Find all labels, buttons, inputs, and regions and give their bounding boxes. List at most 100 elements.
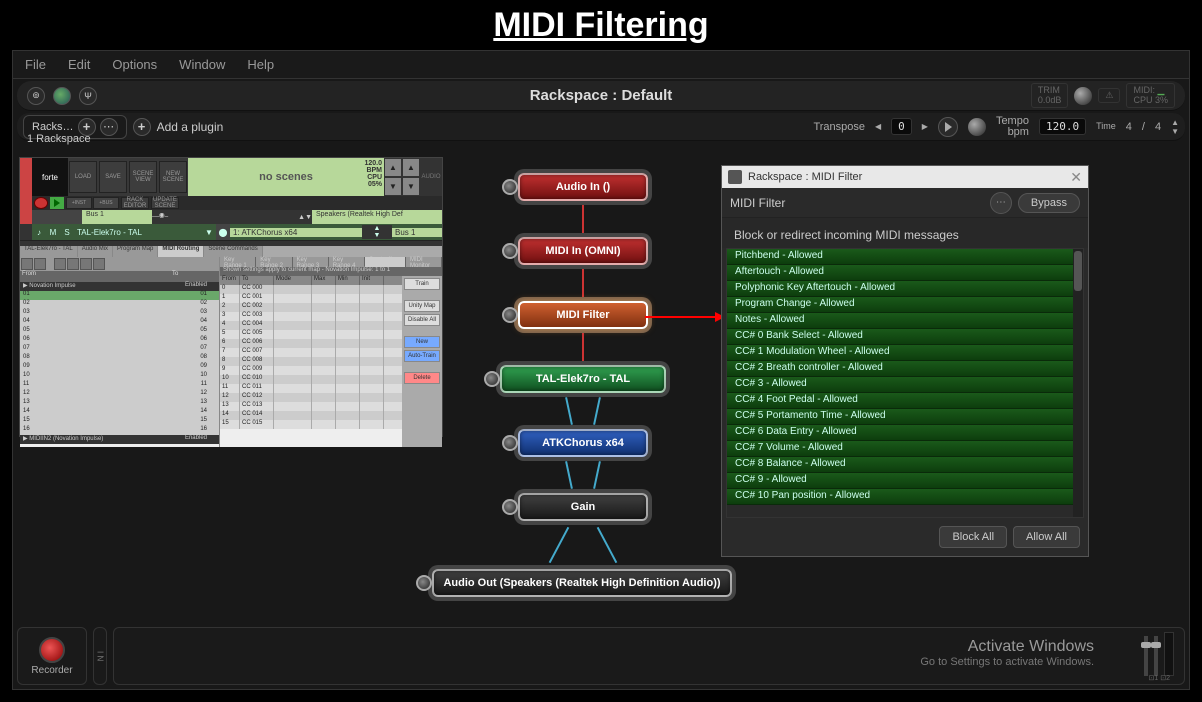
- fader-icon[interactable]: ⎯⎯◉⎯: [152, 213, 168, 221]
- device-row[interactable]: 1515: [20, 417, 219, 426]
- tuning-fork-icon[interactable]: Ψ: [79, 87, 97, 105]
- close-icon[interactable]: ✕: [1070, 169, 1082, 186]
- forte-sceneview-button[interactable]: SCENE VIEW: [129, 161, 157, 193]
- device-row[interactable]: 0303: [20, 309, 219, 318]
- plugin-power-icon[interactable]: ⬤: [216, 224, 230, 240]
- forte-icon-6[interactable]: [93, 258, 105, 270]
- forte-rackeditor-button[interactable]: RACK EDITOR: [121, 197, 149, 209]
- rtab-kr4[interactable]: Key Range 4: [329, 257, 365, 267]
- node-audio-in[interactable]: Audio In (): [518, 173, 648, 201]
- cc-row[interactable]: 13CC 013: [220, 402, 402, 411]
- rtab-kr1[interactable]: Key Range 1: [220, 257, 256, 267]
- track-dropdown-icon[interactable]: ▼: [202, 228, 216, 237]
- mf-item[interactable]: Polyphonic Key Aftertouch - Allowed: [727, 281, 1083, 297]
- metronome-icon[interactable]: [968, 118, 986, 136]
- device-row[interactable]: 0404: [20, 318, 219, 327]
- cc-row[interactable]: 3CC 003: [220, 312, 402, 321]
- device-row[interactable]: 1010: [20, 372, 219, 381]
- cc-row[interactable]: 1CC 001: [220, 294, 402, 303]
- midi-filter-titlebar[interactable]: Rackspace : MIDI Filter ✕: [722, 166, 1088, 188]
- node-knob-icon[interactable]: [502, 307, 518, 323]
- device-row[interactable]: 0707: [20, 345, 219, 354]
- device-row[interactable]: 1616: [20, 426, 219, 435]
- forte-save-button[interactable]: SAVE: [99, 161, 127, 193]
- cc-row[interactable]: 0CC 000: [220, 285, 402, 294]
- record-button[interactable]: [39, 637, 65, 663]
- mf-item[interactable]: CC# 9 - Allowed: [727, 473, 1083, 489]
- menu-file[interactable]: File: [25, 57, 46, 72]
- node-knob-icon[interactable]: [502, 179, 518, 195]
- node-tal[interactable]: TAL-Elek7ro - TAL: [500, 365, 666, 393]
- forte-icon-1[interactable]: [21, 258, 33, 270]
- mf-item[interactable]: CC# 0 Bank Select - Allowed: [727, 329, 1083, 345]
- tempo-value[interactable]: 120.0: [1039, 118, 1086, 135]
- mf-item[interactable]: CC# 10 Pan position - Allowed: [727, 489, 1083, 505]
- mf-item[interactable]: CC# 2 Breath controller - Allowed: [727, 361, 1083, 377]
- scrollbar[interactable]: [1073, 249, 1083, 517]
- mf-item[interactable]: CC# 7 Volume - Allowed: [727, 441, 1083, 457]
- cc-row[interactable]: 7CC 007: [220, 348, 402, 357]
- master-faders[interactable]: [1144, 632, 1174, 676]
- tab-audiomix[interactable]: Audio Mix: [78, 246, 113, 257]
- mf-item[interactable]: CC# 6 Data Entry - Allowed: [727, 425, 1083, 441]
- menu-options[interactable]: Options: [112, 57, 157, 72]
- menu-edit[interactable]: Edit: [68, 57, 90, 72]
- tab-midirouting[interactable]: MIDI Routing: [158, 246, 204, 257]
- mf-list[interactable]: Pitchbend - AllowedAftertouch - AllowedP…: [726, 248, 1084, 518]
- forte-panic-button[interactable]: [34, 197, 48, 209]
- bypass-button[interactable]: Bypass: [1018, 193, 1080, 213]
- mf-item[interactable]: CC# 3 - Allowed: [727, 377, 1083, 393]
- menu-window[interactable]: Window: [179, 57, 225, 72]
- forte-icon-5[interactable]: [80, 258, 92, 270]
- tab-instrument[interactable]: TAL-Elek7ro - TAL: [20, 246, 78, 257]
- device-row[interactable]: 1111: [20, 381, 219, 390]
- device-row[interactable]: 0606: [20, 336, 219, 345]
- device-row[interactable]: 1313: [20, 399, 219, 408]
- track-mute[interactable]: M: [46, 228, 60, 237]
- cc-row[interactable]: 10CC 010: [220, 375, 402, 384]
- forte-load-button[interactable]: LOAD: [69, 161, 97, 193]
- forte-updatescene-button[interactable]: UPDATE SCENE: [151, 197, 179, 209]
- forte-addbus-button[interactable]: +BUS: [93, 197, 119, 209]
- cc-table-rows[interactable]: 0CC 0001CC 0012CC 0023CC 0034CC 0045CC 0…: [220, 285, 402, 429]
- fader-1[interactable]: [1144, 636, 1148, 676]
- mf-item[interactable]: Pitchbend - Allowed: [727, 249, 1083, 265]
- mf-item[interactable]: CC# 4 Foot Pedal - Allowed: [727, 393, 1083, 409]
- cc-row[interactable]: 11CC 011: [220, 384, 402, 393]
- cc-row[interactable]: 4CC 004: [220, 321, 402, 330]
- forte-icon-2[interactable]: [34, 258, 46, 270]
- node-gain[interactable]: Gain: [518, 493, 648, 521]
- globe-icon[interactable]: [53, 87, 71, 105]
- add-plugin-button[interactable]: +: [133, 118, 151, 136]
- mf-item[interactable]: CC# 1 Modulation Wheel - Allowed: [727, 345, 1083, 361]
- node-knob-icon[interactable]: [484, 371, 500, 387]
- transpose-value[interactable]: 0: [891, 118, 912, 135]
- play-button[interactable]: [938, 117, 958, 137]
- forte-newscene-button[interactable]: NEW SCENE: [159, 161, 187, 193]
- device-row[interactable]: 0808: [20, 354, 219, 363]
- forte-play-button[interactable]: [50, 197, 64, 209]
- cc-row[interactable]: 9CC 009: [220, 366, 402, 375]
- rtab-kr2[interactable]: Key Range 2: [256, 257, 292, 267]
- forte-icon-4[interactable]: [67, 258, 79, 270]
- mf-item[interactable]: Program Change - Allowed: [727, 297, 1083, 313]
- menu-help[interactable]: Help: [247, 57, 274, 72]
- plugin-slot[interactable]: 1: ATKChorus x64: [230, 228, 362, 237]
- node-knob-icon[interactable]: [502, 435, 518, 451]
- mf-item[interactable]: CC# 8 Balance - Allowed: [727, 457, 1083, 473]
- mf-more-button[interactable]: ⋯: [990, 192, 1012, 214]
- cc-row[interactable]: 2CC 002: [220, 303, 402, 312]
- cc-row[interactable]: 14CC 014: [220, 411, 402, 420]
- mf-item[interactable]: CC# 5 Portamento Time - Allowed: [727, 409, 1083, 425]
- cc-row[interactable]: 6CC 006: [220, 339, 402, 348]
- allow-all-button[interactable]: Allow All: [1013, 526, 1080, 548]
- rack-more-button[interactable]: ⋯: [100, 118, 118, 136]
- device-row[interactable]: 0101: [20, 291, 219, 300]
- node-audio-out[interactable]: Audio Out (Speakers (Realtek High Defini…: [432, 569, 732, 597]
- device-row[interactable]: 0505: [20, 327, 219, 336]
- node-atk[interactable]: ATKChorus x64: [518, 429, 648, 457]
- track-solo[interactable]: S: [60, 228, 74, 237]
- cc-row[interactable]: 12CC 012: [220, 393, 402, 402]
- mf-item[interactable]: Notes - Allowed: [727, 313, 1083, 329]
- block-all-button[interactable]: Block All: [939, 526, 1007, 548]
